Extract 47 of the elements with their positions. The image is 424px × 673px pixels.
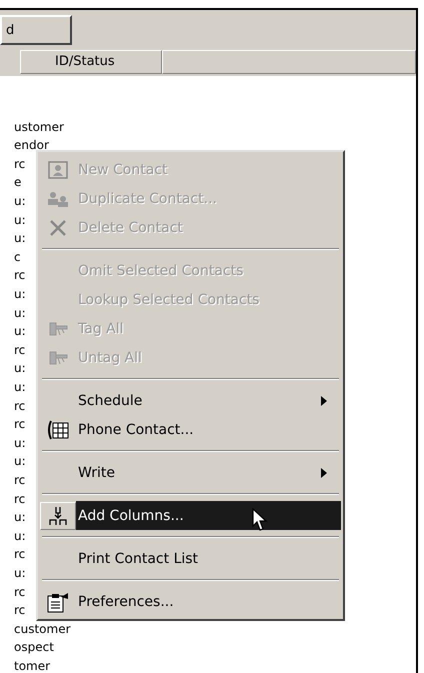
column-header[interactable]: ID/Status [20, 50, 162, 74]
table-cell-text: ospect [13, 640, 54, 654]
table-cell-text: e [13, 175, 22, 190]
table-cell-text: rc [13, 603, 26, 618]
table-cell-text: rc [13, 268, 26, 282]
table-cell-text: u: [13, 361, 26, 376]
table-cell-text: rc [13, 547, 26, 562]
table-cell-text: endor [13, 138, 49, 152]
table-cell-text: u: [13, 287, 26, 302]
table-cell-text: rc [13, 417, 26, 432]
table-cell-text: rc [13, 398, 26, 413]
menu-item[interactable]: Print Contact List [40, 544, 341, 573]
column-header[interactable] [162, 50, 416, 74]
tag-icon [48, 350, 68, 366]
table-cell-text: customer [13, 622, 71, 636]
table-cell-text: u: [13, 212, 26, 227]
table-cell-text: u: [13, 324, 26, 338]
table-cell-text: u: [13, 380, 26, 394]
toolbar-button[interactable]: d [0, 15, 72, 45]
cross-icon [49, 218, 67, 236]
table-cell-text: u: [13, 194, 26, 208]
table-cell-text: tomer [13, 658, 50, 673]
menu-item[interactable]: Write [40, 458, 341, 487]
table-cell-text: u: [13, 528, 26, 543]
menu-item[interactable]: Phone Contact... [40, 415, 341, 444]
table-cell-text: u: [13, 436, 26, 450]
table-cell-text: u: [13, 510, 26, 524]
phone-icon [46, 420, 70, 440]
menu-item[interactable]: Preferences... [40, 587, 341, 616]
columns-icon [48, 506, 68, 526]
table-cell-text: rc [13, 472, 26, 487]
contact-card-icon [48, 160, 68, 178]
table-cell-text: rc [13, 492, 26, 506]
tag-icon [48, 320, 68, 336]
table-cell-text: u: [13, 231, 26, 246]
table-cell-text: rc [13, 342, 26, 357]
table-cell-text: rc [13, 156, 26, 171]
table-cell-text: c [13, 250, 21, 264]
table-cell-text: rc [13, 584, 26, 599]
table-cell-text: u: [13, 306, 26, 320]
table-cell-text: u: [13, 566, 26, 580]
table-cell-text: ustomer [13, 120, 64, 134]
two-people-icon [47, 190, 69, 206]
table-cell-text: u: [13, 454, 26, 468]
menu-item[interactable]: Schedule [40, 386, 341, 415]
clipboard-icon [46, 590, 70, 612]
mouse-cursor-icon [252, 508, 268, 532]
